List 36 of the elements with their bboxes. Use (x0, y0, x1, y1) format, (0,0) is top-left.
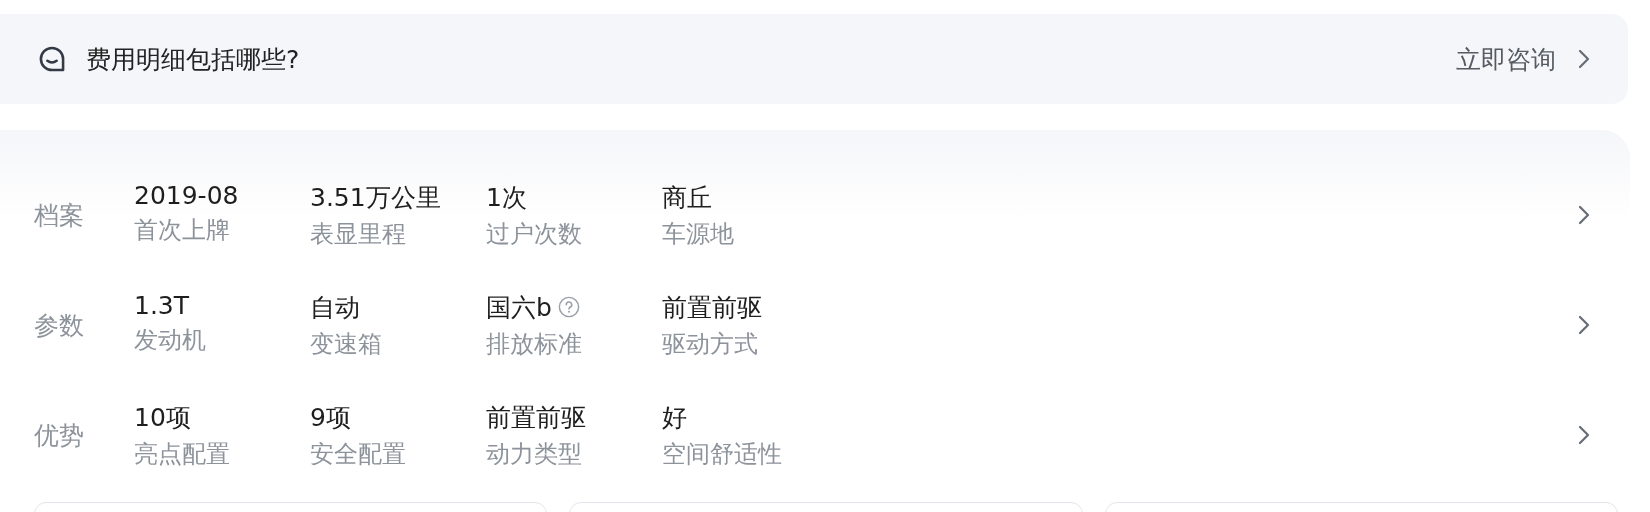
spec-label: 变速箱 (310, 328, 383, 360)
spec-label: 安全配置 (310, 438, 407, 470)
spec-value: 自动 (310, 291, 360, 324)
row-title: 档案 (34, 199, 85, 232)
spec-label: 过户次数 (486, 218, 583, 250)
spec-value: 1次 (486, 181, 527, 214)
spec-label: 车源地 (662, 218, 735, 250)
spec-label: 动力类型 (486, 438, 583, 470)
chevron-right-icon[interactable] (1578, 315, 1590, 335)
spec-value: 国六b (486, 291, 552, 324)
spec-value: 商丘 (662, 181, 712, 214)
chevron-right-icon (1578, 49, 1590, 69)
spec-label: 驱动方式 (662, 328, 759, 360)
consult-link[interactable]: 立即咨询 (1456, 42, 1556, 76)
chat-bubble-icon (38, 45, 66, 73)
chevron-right-icon[interactable] (1578, 425, 1590, 445)
spec-value: 9项 (310, 401, 351, 434)
question-text: 费用明细包括哪些? (86, 43, 300, 76)
row-title: 优势 (34, 419, 85, 452)
spec-label: 亮点配置 (134, 438, 231, 470)
spec-label: 表显里程 (310, 218, 407, 250)
spec-value: 3.51万公里 (310, 181, 441, 214)
help-icon[interactable] (557, 296, 580, 318)
spec-value: 好 (662, 401, 687, 434)
question-bar[interactable]: 费用明细包括哪些? 立即咨询 (0, 14, 1628, 104)
spec-value: 前置前驱 (662, 291, 762, 324)
spec-value: 2019-08 (134, 180, 239, 210)
spec-value: 10项 (134, 401, 191, 434)
spec-value: 1.3T (134, 290, 190, 320)
spec-label: 排放标准 (486, 328, 583, 360)
spec-label: 发动机 (134, 324, 207, 356)
spec-label: 空间舒适性 (662, 438, 783, 470)
spec-value: 前置前驱 (486, 401, 586, 434)
chevron-right-icon[interactable] (1578, 205, 1590, 225)
spec-label: 首次上牌 (134, 214, 231, 246)
row-title: 参数 (34, 309, 85, 342)
